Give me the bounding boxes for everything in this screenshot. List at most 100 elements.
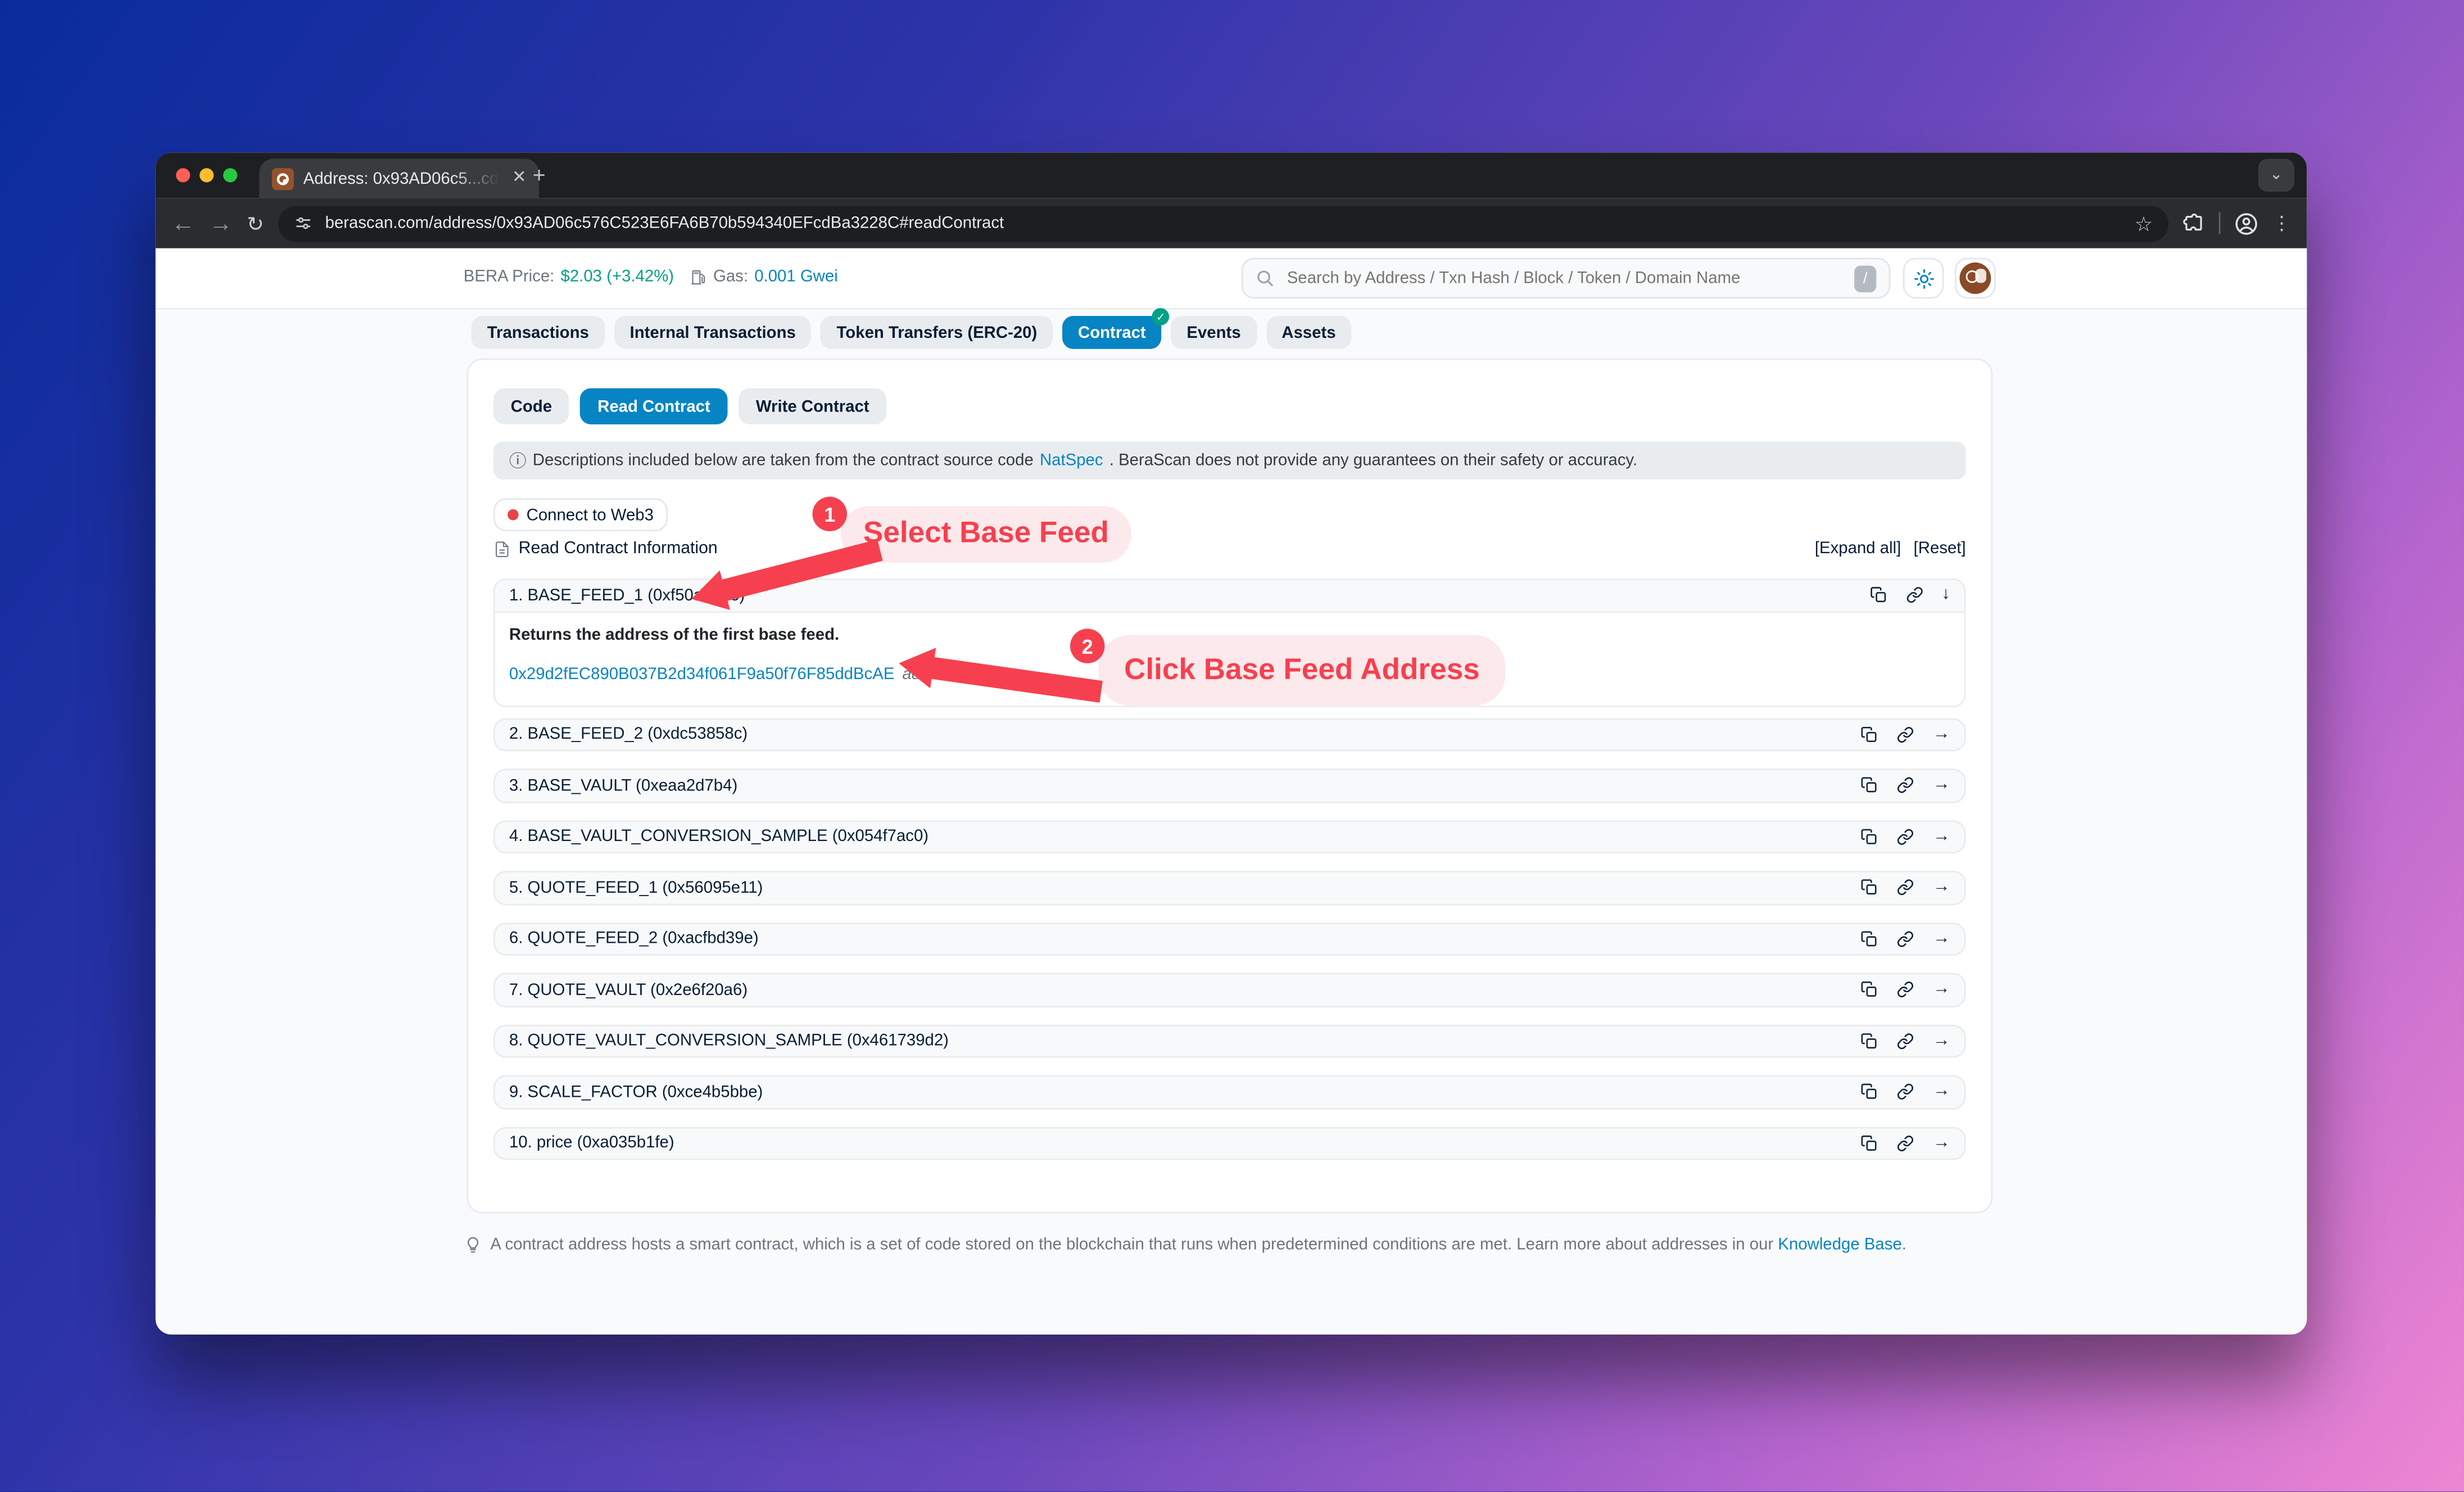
method-header[interactable]: 8. QUOTE_VAULT_CONVERSION_SAMPLE (0x4617… xyxy=(493,1024,1966,1058)
section-title-wrap: Read Contract Information xyxy=(493,539,718,558)
result-address-link[interactable]: 0x29d2fEC890B037B2d34f061F9a50f76F85ddBc… xyxy=(509,664,895,683)
copy-icon[interactable] xyxy=(1860,1083,1878,1101)
expand-arrow-icon[interactable]: → xyxy=(1933,1032,1950,1050)
method-header[interactable]: 7. QUOTE_VAULT (0x2e6f20a6) → xyxy=(493,973,1966,1007)
method-header[interactable]: 10. price (0xa035b1fe) → xyxy=(493,1126,1966,1160)
copy-icon[interactable] xyxy=(1860,777,1878,794)
address-nav-tabs: Transactions Internal Transactions Token T… xyxy=(472,316,1352,349)
expand-all-link[interactable]: [Expand all] xyxy=(1815,539,1901,558)
method-header[interactable]: 1. BASE_FEED_1 (0xf50a4718) ↓ xyxy=(493,578,1966,612)
link-icon[interactable] xyxy=(1897,828,1914,846)
section-title: Read Contract Information xyxy=(519,539,718,558)
nav-tab-internal-transactions[interactable]: Internal Transactions xyxy=(614,316,812,349)
site-favicon-icon xyxy=(272,168,294,189)
forward-icon[interactable]: → xyxy=(209,211,233,235)
back-icon[interactable]: ← xyxy=(171,211,195,235)
extensions-puzzle-icon[interactable] xyxy=(2183,212,2205,234)
copy-icon[interactable] xyxy=(1860,828,1878,846)
method-label: 10. price (0xa035b1fe) xyxy=(509,1134,674,1153)
copy-icon[interactable] xyxy=(1860,981,1878,998)
contract-subtab-read-contract[interactable]: Read Contract xyxy=(580,388,727,424)
close-window-button[interactable] xyxy=(176,168,190,182)
nav-tab-token-transfers-erc-20-[interactable]: Token Transfers (ERC-20) xyxy=(821,316,1053,349)
method-actions: → xyxy=(1860,1032,1950,1050)
site-settings-icon[interactable] xyxy=(294,214,313,233)
method-actions: → xyxy=(1860,930,1950,947)
method-row: 3. BASE_VAULT (0xeaa2d7b4) → xyxy=(493,768,1966,802)
link-icon[interactable] xyxy=(1897,981,1914,998)
natspec-link[interactable]: NatSpec xyxy=(1040,451,1103,470)
reset-link[interactable]: [Reset] xyxy=(1914,539,1966,558)
method-header[interactable]: 5. QUOTE_FEED_1 (0x56095e11) → xyxy=(493,871,1966,905)
expand-arrow-icon[interactable]: → xyxy=(1933,930,1950,947)
method-row: 2. BASE_FEED_2 (0xdc53858c) → xyxy=(493,717,1966,751)
knowledge-base-link[interactable]: Knowledge Base xyxy=(1778,1236,1901,1255)
reload-icon[interactable]: ↻ xyxy=(247,213,264,233)
method-header[interactable]: 4. BASE_VAULT_CONVERSION_SAMPLE (0x054f7… xyxy=(493,820,1966,853)
copy-icon[interactable] xyxy=(1860,879,1878,897)
new-tab-button[interactable]: + xyxy=(533,164,546,186)
nav-tab-transactions[interactable]: Transactions xyxy=(472,316,605,349)
link-icon[interactable] xyxy=(1897,1083,1914,1101)
minimize-window-button[interactable] xyxy=(200,168,214,182)
method-header[interactable]: 9. SCALE_FACTOR (0xce4b5bbe) → xyxy=(493,1075,1966,1109)
browser-tab[interactable]: Address: 0x93AD06c5...cdBa ✕ xyxy=(259,159,539,198)
gas-value[interactable]: 0.001 Gwei xyxy=(754,267,838,286)
tab-close-icon[interactable]: ✕ xyxy=(512,170,527,187)
connection-status-dot xyxy=(508,509,519,521)
browser-tabstrip: Address: 0x93AD06c5...cdBa ✕ + ⌄ xyxy=(156,152,2307,198)
link-icon[interactable] xyxy=(1897,1032,1914,1050)
expand-arrow-icon[interactable]: → xyxy=(1933,1134,1950,1152)
bera-logo-icon xyxy=(1959,263,1991,294)
expand-arrow-icon[interactable]: → xyxy=(1933,777,1950,794)
copy-icon[interactable] xyxy=(1860,930,1878,947)
link-icon[interactable] xyxy=(1897,930,1914,947)
nav-tab-assets[interactable]: Assets xyxy=(1266,316,1351,349)
address-bar[interactable]: berascan.com/address/0x93AD06c576C523E6F… xyxy=(278,205,2169,241)
step-2-badge: 2 xyxy=(1070,629,1105,663)
bera-price-value[interactable]: $2.03 (+3.42%) xyxy=(561,267,674,286)
contract-subtab-code[interactable]: Code xyxy=(493,388,569,424)
verified-check-icon: ✓ xyxy=(1152,308,1170,325)
link-icon[interactable] xyxy=(1897,777,1914,794)
expand-arrow-icon[interactable]: → xyxy=(1933,879,1950,897)
nav-tab-contract[interactable]: Contract✓ xyxy=(1062,316,1162,349)
theme-toggle-button[interactable] xyxy=(1903,258,1944,299)
expand-arrow-icon[interactable]: → xyxy=(1933,726,1950,743)
link-icon[interactable] xyxy=(1897,879,1914,897)
expand-arrow-icon[interactable]: → xyxy=(1933,828,1950,846)
site-header: BERA Price: $2.03 (+3.42%) Gas: 0.001 Gw… xyxy=(156,248,2307,310)
method-header[interactable]: 2. BASE_FEED_2 (0xdc53858c) → xyxy=(493,717,1966,751)
notice-text-before: Descriptions included below are taken fr… xyxy=(533,451,1034,470)
method-label: 1. BASE_FEED_1 (0xf50a4718) xyxy=(509,586,745,605)
link-icon[interactable] xyxy=(1897,1134,1914,1152)
method-header[interactable]: 6. QUOTE_FEED_2 (0xacfbd39e) → xyxy=(493,922,1966,956)
nav-tab-events[interactable]: Events xyxy=(1171,316,1256,349)
connect-to-web3-button[interactable]: Connect to Web3 xyxy=(493,498,668,531)
link-icon[interactable] xyxy=(1897,726,1914,743)
tab-search-chevron-icon[interactable]: ⌄ xyxy=(2258,159,2294,192)
natspec-notice: ⓘ Descriptions included below are taken … xyxy=(493,442,1966,480)
expand-arrow-icon[interactable]: ↓ xyxy=(1941,587,1950,604)
copy-icon[interactable] xyxy=(1860,1032,1878,1050)
copy-icon[interactable] xyxy=(1869,587,1887,604)
expand-arrow-icon[interactable]: → xyxy=(1933,1083,1950,1101)
profile-icon[interactable] xyxy=(2235,211,2258,235)
expand-arrow-icon[interactable]: → xyxy=(1933,981,1950,998)
method-actions: → xyxy=(1860,879,1950,897)
search-input[interactable] xyxy=(1284,267,1845,289)
link-icon[interactable] xyxy=(1905,587,1923,604)
copy-icon[interactable] xyxy=(1860,1134,1878,1152)
method-row: 5. QUOTE_FEED_1 (0x56095e11) → xyxy=(493,871,1966,905)
bookmark-star-icon[interactable]: ☆ xyxy=(2135,213,2153,233)
network-menu-button[interactable] xyxy=(1955,258,1996,299)
method-row: 7. QUOTE_VAULT (0x2e6f20a6) → xyxy=(493,973,1966,1007)
search-box[interactable]: / xyxy=(1242,258,1891,299)
contract-subtab-write-contract[interactable]: Write Contract xyxy=(739,388,886,424)
method-header[interactable]: 3. BASE_VAULT (0xeaa2d7b4) → xyxy=(493,768,1966,802)
browser-menu-icon[interactable]: ⋮ xyxy=(2272,214,2291,233)
copy-icon[interactable] xyxy=(1860,726,1878,743)
browser-window: Address: 0x93AD06c5...cdBa ✕ + ⌄ ← → ↻ b… xyxy=(156,152,2307,1335)
maximize-window-button[interactable] xyxy=(223,168,237,182)
desktop-background: Address: 0x93AD06c5...cdBa ✕ + ⌄ ← → ↻ b… xyxy=(0,0,2464,1491)
